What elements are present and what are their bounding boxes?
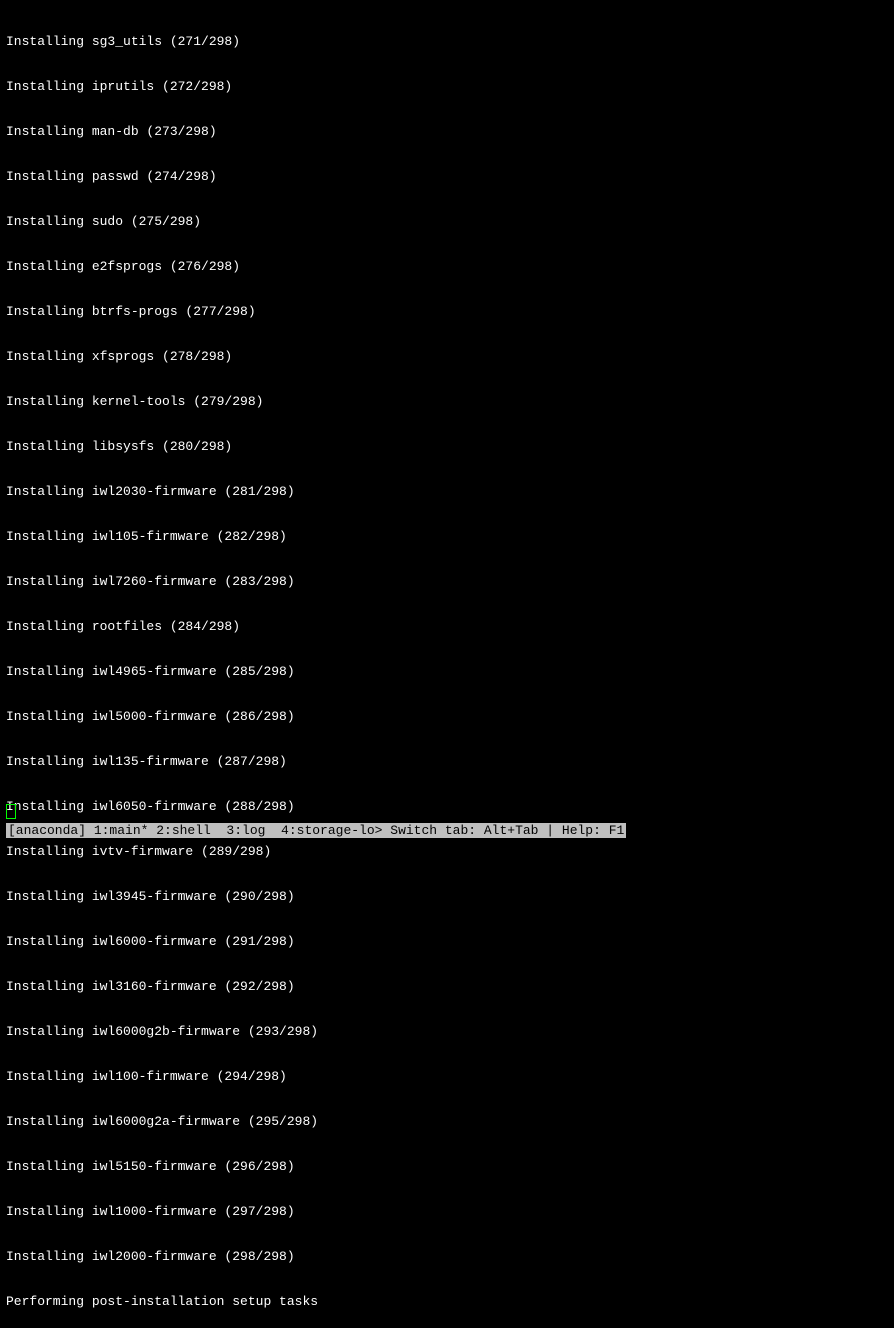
log-line: Installing iwl4965-firmware (285/298) (6, 664, 888, 679)
log-line: Installing rootfiles (284/298) (6, 619, 888, 634)
log-line: Installing iwl2030-firmware (281/298) (6, 484, 888, 499)
log-line: Installing iwl6000g2b-firmware (293/298) (6, 1024, 888, 1039)
log-line: Installing iwl5000-firmware (286/298) (6, 709, 888, 724)
log-line: Installing sg3_utils (271/298) (6, 34, 888, 49)
log-line: Installing iprutils (272/298) (6, 79, 888, 94)
log-line: Installing iwl6000-firmware (291/298) (6, 934, 888, 949)
log-line: Installing iwl105-firmware (282/298) (6, 529, 888, 544)
log-line: Performing post-installation setup tasks (6, 1294, 888, 1309)
terminal-output: Installing sg3_utils (271/298) Installin… (0, 0, 894, 1328)
log-line: Installing btrfs-progs (277/298) (6, 304, 888, 319)
tmux-status-bar[interactable]: [anaconda] 1:main* 2:shell 3:log 4:stora… (6, 823, 626, 838)
log-line: Installing iwl1000-firmware (297/298) (6, 1204, 888, 1219)
log-line: Installing kernel-tools (279/298) (6, 394, 888, 409)
log-line: Installing e2fsprogs (276/298) (6, 259, 888, 274)
log-line: Installing passwd (274/298) (6, 169, 888, 184)
log-line: Installing xfsprogs (278/298) (6, 349, 888, 364)
log-line: Installing iwl100-firmware (294/298) (6, 1069, 888, 1084)
log-line: Installing iwl3945-firmware (290/298) (6, 889, 888, 904)
log-line: Installing iwl2000-firmware (298/298) (6, 1249, 888, 1264)
log-line: Installing man-db (273/298) (6, 124, 888, 139)
log-line: Installing iwl6050-firmware (288/298) (6, 799, 888, 814)
log-line: Installing sudo (275/298) (6, 214, 888, 229)
log-line: Installing ivtv-firmware (289/298) (6, 844, 888, 859)
log-line: Installing iwl6000g2a-firmware (295/298) (6, 1114, 888, 1129)
log-line: Installing iwl7260-firmware (283/298) (6, 574, 888, 589)
log-line: Installing libsysfs (280/298) (6, 439, 888, 454)
log-line: Installing iwl5150-firmware (296/298) (6, 1159, 888, 1174)
log-line: Installing iwl135-firmware (287/298) (6, 754, 888, 769)
terminal-cursor (6, 804, 16, 823)
log-line: Installing iwl3160-firmware (292/298) (6, 979, 888, 994)
